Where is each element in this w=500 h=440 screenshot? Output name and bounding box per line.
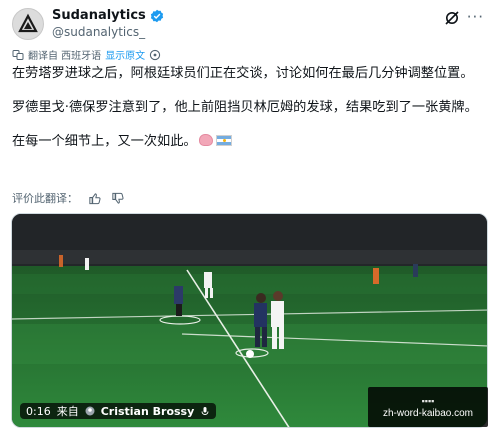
translation-bar: 翻译自 西班牙语 显示原文 bbox=[12, 47, 161, 62]
tweet-paragraph-3: 在每一个细节上，又一次如此。 bbox=[12, 134, 197, 149]
translation-label: 翻译自 西班牙语 bbox=[28, 51, 102, 62]
translate-icon bbox=[12, 49, 24, 60]
voice-icon bbox=[201, 407, 209, 415]
video-time: 0:16 bbox=[26, 404, 51, 418]
info-icon[interactable] bbox=[149, 49, 161, 61]
video-creator-name[interactable]: Cristian Brossy bbox=[101, 405, 195, 418]
tweet-header: Sudanalytics @sudanalytics_ ··· bbox=[12, 8, 488, 42]
argentina-flag-icon bbox=[215, 135, 232, 146]
tweet-text: 在劳塔罗进球之后，阿根廷球员们正在交谈，讨论如何在最后几分钟调整位置。 罗德里戈… bbox=[12, 64, 488, 166]
tweet-paragraph-last: 在每一个细节上，又一次如此。 bbox=[12, 132, 488, 151]
watermark-text: zh-word-kaibao.com bbox=[382, 407, 474, 419]
sudanalytics-logo-icon bbox=[18, 13, 38, 33]
author-handle[interactable]: @sudanalytics_ bbox=[52, 25, 145, 39]
show-original-link[interactable]: 显示原文 bbox=[105, 47, 145, 62]
rate-translation: 评价此翻译： bbox=[12, 190, 124, 206]
avatar[interactable] bbox=[12, 8, 44, 40]
tweet-paragraph: 在劳塔罗进球之后，阿根廷球员们正在交谈，讨论如何在最后几分钟调整位置。 bbox=[12, 66, 474, 81]
verified-badge-icon bbox=[150, 9, 163, 22]
author-display-name[interactable]: Sudanalytics bbox=[52, 8, 146, 23]
thumbs-down-icon[interactable] bbox=[111, 192, 124, 205]
tweet-paragraph: 罗德里戈·德保罗注意到了，他上前阻挡贝林厄姆的发球，结果吃到了一张黄牌。 bbox=[12, 100, 478, 115]
video-from-label: 来自 bbox=[56, 405, 79, 418]
watermark-top: ▪▪▪▪ bbox=[421, 395, 435, 406]
more-icon[interactable]: ··· bbox=[467, 10, 484, 25]
thumbs-up-icon[interactable] bbox=[88, 192, 101, 205]
brain-emoji-icon bbox=[198, 134, 213, 146]
author-name-row: Sudanalytics bbox=[52, 8, 164, 23]
rate-translation-label: 评价此翻译： bbox=[12, 192, 78, 205]
creator-avatar-icon bbox=[85, 406, 95, 416]
video-info-pill: 0:16 来自 Cristian Brossy bbox=[20, 403, 217, 419]
watermark: ▪▪▪▪ zh-word-kaibao.com bbox=[368, 387, 488, 427]
grok-icon[interactable] bbox=[444, 10, 460, 26]
